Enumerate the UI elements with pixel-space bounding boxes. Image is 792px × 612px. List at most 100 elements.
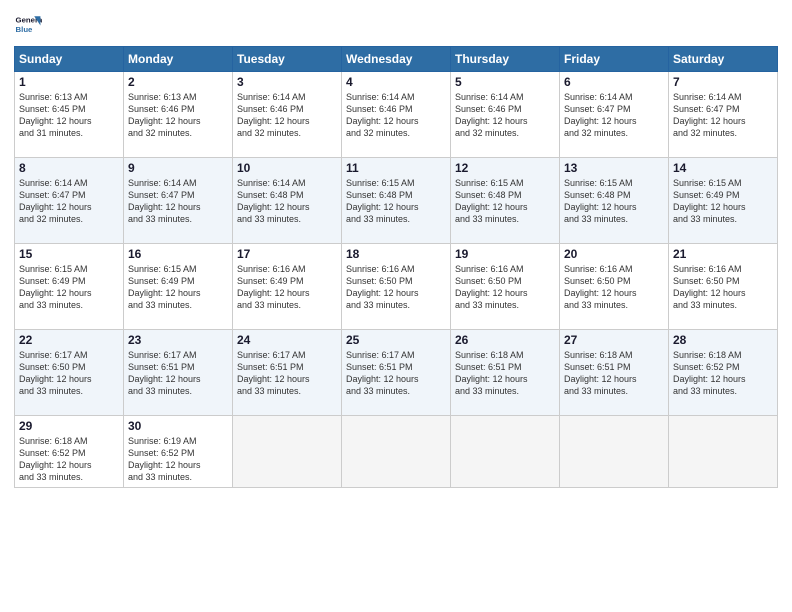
daylight-label: Daylight: 12 hours xyxy=(346,116,419,126)
daylight-label: Daylight: 12 hours xyxy=(128,460,201,470)
daylight-mins: and 33 minutes. xyxy=(19,472,83,482)
day-info: Sunrise: 6:14 AM Sunset: 6:46 PM Dayligh… xyxy=(455,91,555,140)
sunset-label: Sunset: 6:48 PM xyxy=(564,190,631,200)
day-info: Sunrise: 6:18 AM Sunset: 6:51 PM Dayligh… xyxy=(564,349,664,398)
daylight-label: Daylight: 12 hours xyxy=(128,202,201,212)
day-number: 6 xyxy=(564,75,664,89)
daylight-label: Daylight: 12 hours xyxy=(237,202,310,212)
daylight-label: Daylight: 12 hours xyxy=(346,374,419,384)
day-number: 8 xyxy=(19,161,119,175)
day-number: 2 xyxy=(128,75,228,89)
sunrise-label: Sunrise: 6:18 AM xyxy=(673,350,742,360)
weekday-header: Tuesday xyxy=(233,47,342,72)
sunset-label: Sunset: 6:51 PM xyxy=(128,362,195,372)
day-number: 4 xyxy=(346,75,446,89)
day-info: Sunrise: 6:17 AM Sunset: 6:51 PM Dayligh… xyxy=(237,349,337,398)
daylight-mins: and 33 minutes. xyxy=(237,300,301,310)
day-number: 27 xyxy=(564,333,664,347)
sunrise-label: Sunrise: 6:16 AM xyxy=(237,264,306,274)
sunset-label: Sunset: 6:47 PM xyxy=(19,190,86,200)
week-row: 15 Sunrise: 6:15 AM Sunset: 6:49 PM Dayl… xyxy=(15,244,778,330)
daylight-label: Daylight: 12 hours xyxy=(19,288,92,298)
calendar-cell: 8 Sunrise: 6:14 AM Sunset: 6:47 PM Dayli… xyxy=(15,158,124,244)
sunrise-label: Sunrise: 6:14 AM xyxy=(237,178,306,188)
sunrise-label: Sunrise: 6:16 AM xyxy=(673,264,742,274)
sunrise-label: Sunrise: 6:16 AM xyxy=(564,264,633,274)
day-info: Sunrise: 6:17 AM Sunset: 6:51 PM Dayligh… xyxy=(128,349,228,398)
day-info: Sunrise: 6:17 AM Sunset: 6:51 PM Dayligh… xyxy=(346,349,446,398)
sunrise-label: Sunrise: 6:15 AM xyxy=(564,178,633,188)
day-number: 11 xyxy=(346,161,446,175)
calendar-cell: 2 Sunrise: 6:13 AM Sunset: 6:46 PM Dayli… xyxy=(124,72,233,158)
day-info: Sunrise: 6:15 AM Sunset: 6:48 PM Dayligh… xyxy=(455,177,555,226)
logo: General Blue xyxy=(14,10,42,38)
day-number: 7 xyxy=(673,75,773,89)
day-number: 13 xyxy=(564,161,664,175)
calendar-table: SundayMondayTuesdayWednesdayThursdayFrid… xyxy=(14,46,778,488)
calendar-cell: 1 Sunrise: 6:13 AM Sunset: 6:45 PM Dayli… xyxy=(15,72,124,158)
day-number: 24 xyxy=(237,333,337,347)
calendar-cell: 11 Sunrise: 6:15 AM Sunset: 6:48 PM Dayl… xyxy=(342,158,451,244)
day-info: Sunrise: 6:13 AM Sunset: 6:45 PM Dayligh… xyxy=(19,91,119,140)
day-number: 28 xyxy=(673,333,773,347)
daylight-label: Daylight: 12 hours xyxy=(455,288,528,298)
daylight-label: Daylight: 12 hours xyxy=(19,374,92,384)
sunset-label: Sunset: 6:49 PM xyxy=(673,190,740,200)
daylight-mins: and 33 minutes. xyxy=(673,214,737,224)
day-info: Sunrise: 6:14 AM Sunset: 6:47 PM Dayligh… xyxy=(128,177,228,226)
daylight-label: Daylight: 12 hours xyxy=(237,288,310,298)
day-number: 25 xyxy=(346,333,446,347)
sunrise-label: Sunrise: 6:15 AM xyxy=(19,264,88,274)
day-number: 17 xyxy=(237,247,337,261)
sunrise-label: Sunrise: 6:15 AM xyxy=(673,178,742,188)
day-number: 12 xyxy=(455,161,555,175)
daylight-label: Daylight: 12 hours xyxy=(564,288,637,298)
sunrise-label: Sunrise: 6:19 AM xyxy=(128,436,197,446)
sunrise-label: Sunrise: 6:14 AM xyxy=(564,92,633,102)
calendar-cell: 17 Sunrise: 6:16 AM Sunset: 6:49 PM Dayl… xyxy=(233,244,342,330)
calendar-cell: 15 Sunrise: 6:15 AM Sunset: 6:49 PM Dayl… xyxy=(15,244,124,330)
day-number: 18 xyxy=(346,247,446,261)
day-info: Sunrise: 6:18 AM Sunset: 6:52 PM Dayligh… xyxy=(673,349,773,398)
daylight-label: Daylight: 12 hours xyxy=(128,116,201,126)
day-number: 14 xyxy=(673,161,773,175)
calendar-cell: 29 Sunrise: 6:18 AM Sunset: 6:52 PM Dayl… xyxy=(15,416,124,488)
day-info: Sunrise: 6:17 AM Sunset: 6:50 PM Dayligh… xyxy=(19,349,119,398)
calendar-cell: 13 Sunrise: 6:15 AM Sunset: 6:48 PM Dayl… xyxy=(560,158,669,244)
daylight-mins: and 33 minutes. xyxy=(564,300,628,310)
day-info: Sunrise: 6:14 AM Sunset: 6:47 PM Dayligh… xyxy=(564,91,664,140)
calendar-cell: 4 Sunrise: 6:14 AM Sunset: 6:46 PM Dayli… xyxy=(342,72,451,158)
weekday-header-row: SundayMondayTuesdayWednesdayThursdayFrid… xyxy=(15,47,778,72)
daylight-label: Daylight: 12 hours xyxy=(564,116,637,126)
daylight-mins: and 33 minutes. xyxy=(564,386,628,396)
daylight-mins: and 32 minutes. xyxy=(19,214,83,224)
day-number: 30 xyxy=(128,419,228,433)
day-info: Sunrise: 6:16 AM Sunset: 6:50 PM Dayligh… xyxy=(455,263,555,312)
day-info: Sunrise: 6:14 AM Sunset: 6:48 PM Dayligh… xyxy=(237,177,337,226)
logo-icon: General Blue xyxy=(14,10,42,38)
day-info: Sunrise: 6:15 AM Sunset: 6:48 PM Dayligh… xyxy=(564,177,664,226)
sunset-label: Sunset: 6:52 PM xyxy=(19,448,86,458)
calendar-cell: 26 Sunrise: 6:18 AM Sunset: 6:51 PM Dayl… xyxy=(451,330,560,416)
week-row: 1 Sunrise: 6:13 AM Sunset: 6:45 PM Dayli… xyxy=(15,72,778,158)
daylight-mins: and 33 minutes. xyxy=(237,386,301,396)
daylight-label: Daylight: 12 hours xyxy=(455,202,528,212)
sunrise-label: Sunrise: 6:15 AM xyxy=(128,264,197,274)
daylight-mins: and 32 minutes. xyxy=(128,128,192,138)
daylight-mins: and 33 minutes. xyxy=(455,300,519,310)
day-info: Sunrise: 6:16 AM Sunset: 6:49 PM Dayligh… xyxy=(237,263,337,312)
calendar-cell xyxy=(560,416,669,488)
day-info: Sunrise: 6:14 AM Sunset: 6:46 PM Dayligh… xyxy=(237,91,337,140)
sunset-label: Sunset: 6:48 PM xyxy=(237,190,304,200)
sunset-label: Sunset: 6:47 PM xyxy=(564,104,631,114)
sunrise-label: Sunrise: 6:17 AM xyxy=(237,350,306,360)
sunset-label: Sunset: 6:45 PM xyxy=(19,104,86,114)
daylight-label: Daylight: 12 hours xyxy=(673,202,746,212)
daylight-label: Daylight: 12 hours xyxy=(19,202,92,212)
sunset-label: Sunset: 6:49 PM xyxy=(19,276,86,286)
weekday-header: Sunday xyxy=(15,47,124,72)
daylight-label: Daylight: 12 hours xyxy=(346,202,419,212)
calendar-cell: 20 Sunrise: 6:16 AM Sunset: 6:50 PM Dayl… xyxy=(560,244,669,330)
daylight-mins: and 33 minutes. xyxy=(19,386,83,396)
daylight-mins: and 33 minutes. xyxy=(19,300,83,310)
